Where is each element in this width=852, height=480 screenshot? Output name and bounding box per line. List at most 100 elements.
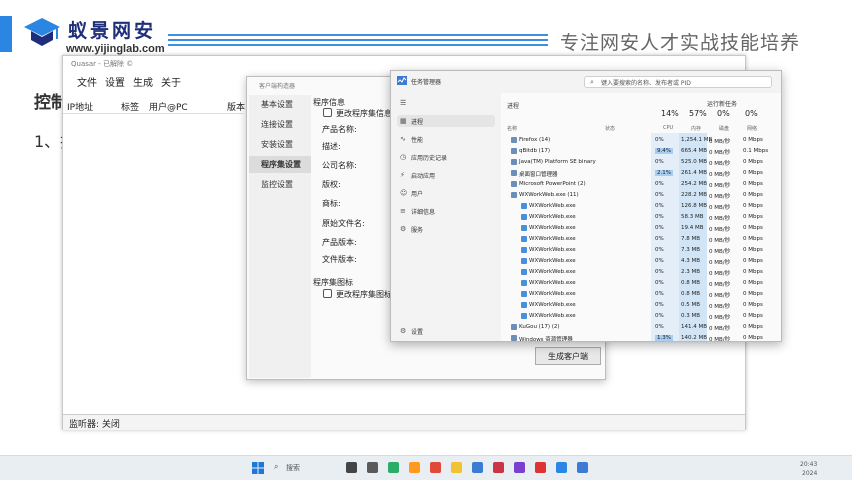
process-row[interactable]: WXWorkWeb.exe 0% 4.3 MB 0 MB/秒 0 Mbps — [501, 256, 781, 267]
process-network: 0 Mbps — [743, 137, 763, 143]
tm-nav-hamburger[interactable]: ☰ — [397, 97, 495, 109]
bike-icon[interactable] — [346, 462, 357, 473]
tm-nav-startup[interactable]: ⚡ 启动应用 — [397, 169, 495, 181]
process-cpu: 0% — [655, 192, 664, 198]
accent-bar — [0, 16, 12, 52]
process-app-icon — [521, 236, 527, 242]
task-manager-window[interactable]: 任务管理器 ⌕ 键入要搜索的名称、发布者或 PID ☰ ▦ 进程 ∿ 性能 ◷ 应用历史记录… — [390, 70, 782, 342]
process-memory: 525.0 MB — [681, 159, 708, 165]
process-row[interactable]: WXWorkWeb.exe 0% 0.5 MB 0 MB/秒 0 Mbps — [501, 300, 781, 311]
tm-search-input[interactable]: ⌕ 键入要搜索的名称、发布者或 PID — [584, 76, 772, 88]
column-tag[interactable]: 标签 — [121, 100, 139, 113]
app-icon-6[interactable] — [514, 462, 525, 473]
process-row[interactable]: WXWorkWeb.exe (11) 0% 228.2 MB 0 MB/秒 0 Mbps — [501, 190, 781, 201]
tm-nav-settings[interactable]: ⚙ 设置 — [397, 325, 495, 337]
menu-about[interactable]: 关于 — [161, 74, 181, 89]
tm-nav-details[interactable]: ≡ 详细信息 — [397, 205, 495, 217]
process-row[interactable]: qBitdb (17) 9.4% 665.4 MB 0 MB/秒 0.1 Mbps — [501, 146, 781, 157]
brand-name: 蚁景网安 — [68, 20, 157, 42]
change-info-label[interactable]: 更改程序集信息 — [336, 108, 392, 119]
nav-connection-settings[interactable]: 连接设置 — [261, 119, 293, 130]
build-client-button[interactable]: 生成客户端 — [535, 347, 601, 365]
process-row[interactable]: WXWorkWeb.exe 0% 2.3 MB 0 MB/秒 0 Mbps — [501, 267, 781, 278]
app-icon-5[interactable] — [493, 462, 504, 473]
field-trademark: 商标: — [322, 199, 341, 208]
process-app-icon — [511, 192, 517, 198]
process-row[interactable]: Firefox (14) 0% 1,254.1 MB 0 MB/秒 0 Mbps — [501, 135, 781, 146]
menu-build[interactable]: 生成 — [133, 74, 153, 89]
process-app-icon — [521, 203, 527, 209]
taskbar-search[interactable]: ⌕ 搜索 — [268, 461, 328, 475]
process-name: WXWorkWeb.exe (11) — [519, 192, 579, 198]
metric-memory-label[interactable]: 内存 — [691, 125, 701, 132]
wechat-icon[interactable] — [388, 462, 399, 473]
nav-install-settings[interactable]: 安装设置 — [261, 139, 293, 150]
column-status[interactable]: 状态 — [605, 125, 615, 132]
change-info-checkbox[interactable] — [323, 108, 332, 117]
app-icon-7[interactable] — [535, 462, 546, 473]
menu-file[interactable]: 文件 — [77, 74, 97, 89]
column-name[interactable]: 名称 — [507, 125, 517, 132]
taskbar-clock[interactable]: 20:43 2024 — [800, 460, 817, 478]
metric-network-label[interactable]: 网络 — [747, 125, 757, 132]
tm-nav-performance[interactable]: ∿ 性能 — [397, 133, 495, 145]
process-name: 桌面窗口管理器 — [519, 172, 558, 178]
header-stripes — [168, 34, 548, 48]
process-name: Windows 资源管理器 — [519, 337, 573, 342]
tm-search-placeholder: 键入要搜索的名称、发布者或 PID — [601, 80, 691, 87]
process-row[interactable]: WXWorkWeb.exe 0% 58.3 MB 0 MB/秒 0 Mbps — [501, 212, 781, 223]
process-row[interactable]: WXWorkWeb.exe 0% 7.3 MB 0 MB/秒 0 Mbps — [501, 245, 781, 256]
process-network: 0 Mbps — [743, 258, 763, 264]
process-name: Firefox (14) — [519, 137, 551, 143]
app-icon-2[interactable] — [409, 462, 420, 473]
metric-disk-label[interactable]: 磁盘 — [719, 125, 729, 132]
process-row[interactable]: WXWorkWeb.exe 0% 19.4 MB 0 MB/秒 0 Mbps — [501, 223, 781, 234]
process-row[interactable]: WXWorkWeb.exe 0% 0.8 MB 0 MB/秒 0 Mbps — [501, 278, 781, 289]
process-row[interactable]: WXWorkWeb.exe 0% 0.8 MB 0 MB/秒 0 Mbps — [501, 289, 781, 300]
process-row[interactable]: Microsoft PowerPoint (2) 0% 254.2 MB 0 MB/秒… — [501, 179, 781, 190]
app-icon-4[interactable] — [472, 462, 483, 473]
process-row[interactable]: Windows 资源管理器 1.3% 140.2 MB 0 MB/秒 0 Mbps — [501, 333, 781, 342]
process-name: KuGou (17) (2) — [519, 324, 560, 330]
process-cpu: 0% — [655, 302, 664, 308]
folder-icon[interactable] — [451, 462, 462, 473]
metric-cpu-label[interactable]: CPU — [663, 125, 673, 131]
process-cpu: 1.3% — [655, 335, 673, 341]
process-network: 0 Mbps — [743, 203, 763, 209]
app-icon-8[interactable] — [556, 462, 567, 473]
nav-monitor-settings[interactable]: 监控设置 — [261, 179, 293, 190]
nav-assembly-settings[interactable]: 程序集设置 — [249, 156, 311, 173]
app-icon-3[interactable] — [430, 462, 441, 473]
menu-settings[interactable]: 设置 — [105, 74, 125, 89]
process-name: WXWorkWeb.exe — [529, 280, 576, 286]
tm-nav-processes[interactable]: ▦ 进程 — [397, 115, 495, 127]
column-version[interactable]: 版本 — [227, 100, 245, 113]
process-row[interactable]: 桌面窗口管理器 2.1% 261.4 MB 0 MB/秒 0 Mbps — [501, 168, 781, 179]
app-icon-1[interactable] — [367, 462, 378, 473]
field-file-version: 文件版本: — [322, 255, 357, 264]
nav-basic-settings[interactable]: 基本设置 — [261, 99, 293, 110]
process-cpu: 0% — [655, 258, 664, 264]
change-icon-label[interactable]: 更改程序集图标 — [336, 289, 392, 300]
tm-title: 任务管理器 — [411, 79, 442, 86]
change-icon-checkbox[interactable] — [323, 289, 332, 298]
column-user-pc[interactable]: 用户@PC — [149, 100, 188, 113]
column-ip[interactable]: IP地址 — [67, 100, 93, 113]
process-row[interactable]: WXWorkWeb.exe 0% 126.8 MB 0 MB/秒 0 Mbps — [501, 201, 781, 212]
process-row[interactable]: WXWorkWeb.exe 0% 0.3 MB 0 MB/秒 0 Mbps — [501, 311, 781, 322]
tm-nav-app-history[interactable]: ◷ 应用历史记录 — [397, 151, 495, 163]
tm-nav-services[interactable]: ⚙ 服务 — [397, 223, 495, 235]
process-row[interactable]: Java(TM) Platform SE binary 0% 525.0 MB 0 M… — [501, 157, 781, 168]
run-new-task-button[interactable]: 运行新任务 — [707, 99, 737, 108]
metric-memory-value: 57% — [689, 109, 707, 118]
process-row[interactable]: WXWorkWeb.exe 0% 7.8 MB 0 MB/秒 0 Mbps — [501, 234, 781, 245]
process-network: 0 Mbps — [743, 159, 763, 165]
task-manager-taskbar-icon[interactable] — [577, 462, 588, 473]
process-row[interactable]: KuGou (17) (2) 0% 141.4 MB 0 MB/秒 0 Mbps — [501, 322, 781, 333]
tm-nav-users[interactable]: ☺ 用户 — [397, 187, 495, 199]
start-windows-icon[interactable] — [252, 462, 264, 474]
process-disk: 0 MB/秒 — [709, 326, 731, 332]
tm-nav-label: 详细信息 — [411, 209, 436, 216]
process-cpu: 2.1% — [655, 170, 673, 176]
field-product-name: 产品名称: — [322, 125, 357, 134]
